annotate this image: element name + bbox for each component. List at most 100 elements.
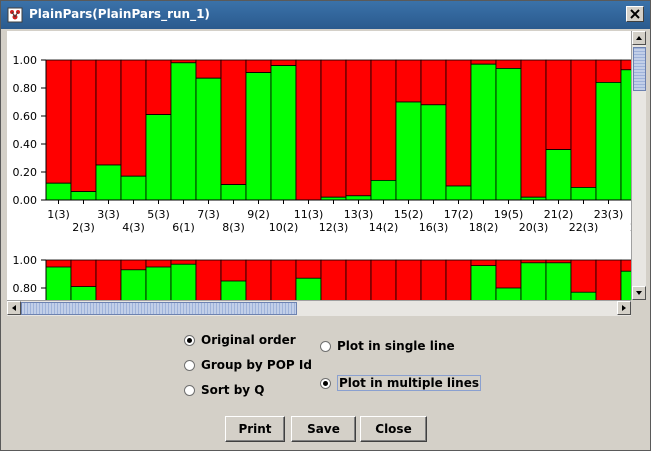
bar-cluster1 — [320, 59, 347, 198]
scroll-corner — [631, 300, 646, 316]
scroll-right-button[interactable] — [617, 301, 631, 315]
bar-cluster1 — [445, 259, 472, 300]
plainpars-window: PlainPars(PlainPars_run_1) 1.00 0.80 0.60 0… — [0, 0, 651, 451]
bar-cluster2 — [195, 77, 222, 201]
bar-cluster1 — [370, 59, 397, 181]
bar-cluster1 — [620, 59, 631, 71]
x-tick-label-upper: 7(3) — [197, 208, 220, 221]
scroll-up-button[interactable] — [632, 31, 646, 45]
original-order-radio[interactable] — [184, 334, 195, 346]
bar-cluster1 — [245, 259, 272, 300]
bar-cluster1 — [195, 259, 222, 300]
scroll-left-button[interactable] — [7, 301, 21, 315]
x-tick-label-lower: 4(3) — [122, 221, 145, 234]
option-group-by-pop[interactable]: Group by POP Id — [184, 356, 312, 374]
vertical-scrollbar[interactable] — [631, 31, 646, 300]
bar-cluster1 — [595, 59, 622, 83]
x-tick-label-lower: 8(3) — [222, 221, 245, 234]
bar-cluster1 — [170, 59, 197, 64]
save-button[interactable]: Save — [291, 416, 356, 442]
bar-cluster1 — [420, 59, 447, 106]
vertical-scroll-thumb[interactable] — [633, 47, 646, 91]
bar-cluster2 — [545, 149, 572, 201]
arrow-left-icon — [12, 305, 16, 311]
y-tick-label: 0.60 — [13, 110, 38, 123]
y-tick-label: 0.20 — [13, 166, 38, 179]
bar-cluster1 — [195, 59, 222, 79]
x-tick-label-lower: 2(3) — [72, 221, 95, 234]
x-tick-label-upper: 5(3) — [147, 208, 170, 221]
multiple-lines-radio[interactable] — [320, 377, 331, 389]
bar-cluster1 — [295, 59, 322, 201]
bar-cluster1 — [145, 59, 172, 115]
option-sort-by-q[interactable]: Sort by Q — [184, 381, 265, 399]
bar-cluster2 — [470, 63, 497, 201]
close-window-button[interactable] — [626, 6, 644, 22]
bar-cluster1 — [370, 259, 397, 300]
bar-cluster1 — [220, 59, 247, 185]
bar-cluster1 — [445, 59, 472, 187]
bar-cluster2 — [445, 185, 472, 201]
multiple-lines-label: Plot in multiple lines — [337, 375, 481, 391]
sort-by-q-radio[interactable] — [184, 384, 195, 396]
x-tick-label-lower: 18(2) — [469, 221, 499, 234]
bar-cluster2 — [345, 195, 372, 201]
close-button[interactable]: Close — [360, 416, 427, 442]
horizontal-scroll-thumb[interactable] — [21, 302, 297, 315]
x-tick-label-lower: 12(3) — [319, 221, 349, 234]
bar-cluster1 — [495, 59, 522, 69]
bar-cluster2 — [370, 179, 397, 201]
bar-cluster2 — [170, 263, 197, 300]
bar-cluster2 — [595, 82, 622, 201]
bar-cluster1 — [45, 59, 72, 184]
bar-cluster1 — [570, 59, 597, 188]
option-original-order[interactable]: Original order — [184, 331, 296, 349]
group-by-pop-radio[interactable] — [184, 359, 195, 371]
bar-cluster1 — [595, 259, 622, 300]
option-single-line[interactable]: Plot in single line — [320, 337, 455, 355]
print-button[interactable]: Print — [225, 416, 285, 442]
option-multiple-lines[interactable]: Plot in multiple lines — [320, 374, 481, 392]
chart-viewport[interactable]: 1.00 0.80 0.60 0.40 0.20 0.00 1(3) 3(3) 5(3) 7(3)… — [7, 31, 631, 300]
bar-cluster2 — [220, 184, 247, 201]
group-by-pop-label: Group by POP Id — [201, 358, 312, 372]
bar-cluster2 — [620, 69, 631, 201]
bar-cluster2 — [420, 104, 447, 201]
single-line-radio[interactable] — [320, 340, 331, 352]
bar-cluster1 — [120, 59, 147, 177]
sort-by-q-label: Sort by Q — [201, 383, 265, 397]
bar-cluster2 — [45, 182, 72, 201]
bar-cluster1 — [270, 259, 297, 300]
bar-cluster1 — [395, 259, 422, 300]
y-tick-label: 0.00 — [13, 194, 38, 207]
bar-cluster1 — [545, 59, 572, 150]
bar-cluster2 — [570, 291, 597, 300]
bar-cluster1 — [320, 259, 347, 300]
bar-cluster2 — [120, 175, 147, 201]
y-tick-label: 0.80 — [13, 82, 38, 95]
bar-cluster1 — [95, 59, 122, 166]
bar-cluster1 — [70, 59, 97, 193]
bar-cluster2 — [245, 72, 272, 201]
bar-cluster2 — [45, 266, 72, 300]
single-line-label: Plot in single line — [337, 339, 455, 353]
x-tick-label-upper: 1(3) — [47, 208, 70, 221]
bar-cluster2 — [70, 286, 97, 300]
bar-cluster1 — [395, 59, 422, 103]
bar-cluster2 — [95, 164, 122, 201]
arrow-up-icon — [636, 36, 642, 40]
bar-cluster2 — [145, 114, 172, 201]
y-tick-label: 0.80 — [13, 282, 38, 295]
horizontal-scrollbar[interactable] — [7, 300, 631, 316]
title-bar: PlainPars(PlainPars_run_1) — [1, 1, 650, 29]
x-tick-label-upper: 13(3) — [344, 208, 374, 221]
y-tick-label: 1.00 — [13, 254, 38, 267]
x-tick-label-lower: 10(2) — [269, 221, 299, 234]
bar-cluster2 — [220, 280, 247, 300]
bar-cluster1 — [345, 59, 372, 197]
bar-cluster1 — [470, 59, 497, 65]
original-order-label: Original order — [201, 333, 296, 347]
bar-cluster2 — [120, 269, 147, 300]
arrow-right-icon — [622, 305, 626, 311]
scroll-down-button[interactable] — [632, 286, 646, 300]
